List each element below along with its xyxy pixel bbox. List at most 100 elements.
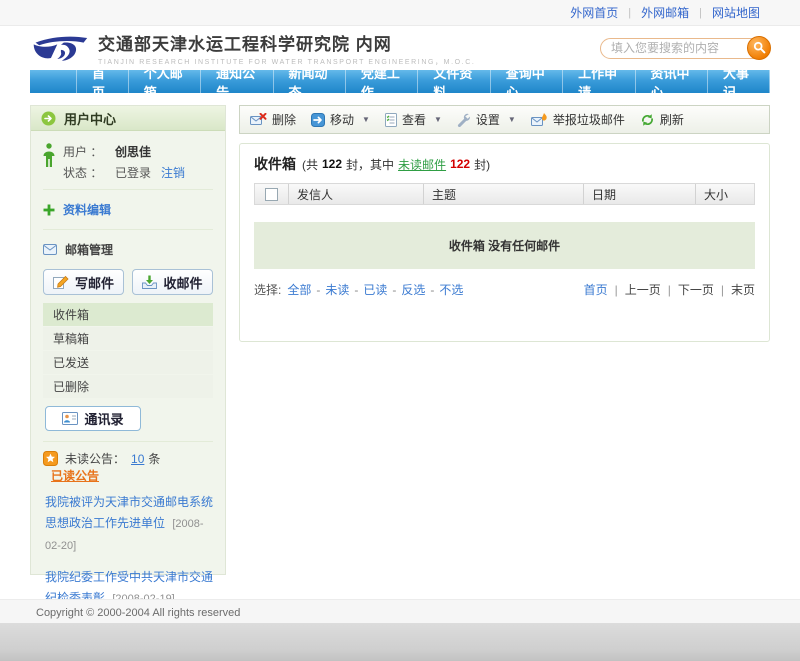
copyright-text: Copyright © 2000-2004 All rights reserve… (36, 607, 240, 619)
column-subject: 主题 (424, 184, 584, 204)
unread-count: 122 (450, 157, 470, 171)
divider (43, 229, 213, 230)
logout-link[interactable]: 注销 (161, 164, 185, 181)
table-header: 发信人 主题 日期 大小 (254, 183, 755, 205)
top-separator: | (628, 7, 631, 19)
mail-toolbar: 删除 移动 ▼ (239, 105, 770, 134)
nav-milestones[interactable]: 大事记 (708, 70, 770, 93)
extranet-home-link[interactable]: 外网首页 (570, 4, 618, 21)
refresh-label: 刷新 (660, 111, 684, 128)
view-button[interactable]: 查看 ▼ (385, 111, 442, 128)
count-suffix: 封) (474, 156, 490, 173)
user-name: 创思佳 (115, 143, 151, 160)
folder-inbox[interactable]: 收件箱 (43, 303, 213, 326)
select-read-link[interactable]: 已读 (363, 281, 387, 298)
page-last-link[interactable]: 末页 (731, 281, 755, 298)
empty-state: 收件箱 没有任何邮件 (254, 222, 755, 269)
divider (43, 441, 213, 442)
mailbox-panel: 收件箱 (共 122 封，其中 未读邮件 122 封) 发信人 主题 (239, 143, 770, 342)
select-unread-link[interactable]: 未读 (325, 281, 349, 298)
user-line: 用户 ： 创思佳 (63, 143, 213, 160)
nav-query-center[interactable]: 查询中心 (491, 70, 563, 93)
folder-list: 收件箱 草稿箱 已发送 已删除 (43, 303, 213, 398)
plus-icon (43, 204, 55, 216)
refresh-icon (640, 113, 655, 127)
report-spam-button[interactable]: 举报垃圾邮件 (531, 111, 625, 128)
chevron-down-icon[interactable]: ▼ (508, 115, 516, 124)
nav-party-work[interactable]: 党建工作 (346, 70, 418, 93)
unread-count-link[interactable]: 10 (131, 452, 144, 466)
extranet-mail-link[interactable]: 外网邮箱 (641, 4, 689, 21)
select-all-link[interactable]: 全部 (287, 281, 311, 298)
profile-edit-row[interactable]: 资料编辑 (43, 198, 213, 221)
user-center-header: 用户中心 (31, 106, 225, 131)
report-spam-icon (531, 113, 548, 127)
site-title: 交通部天津水运工程科学研究院 内网 (98, 30, 600, 55)
search-button[interactable] (747, 36, 771, 60)
divider (43, 189, 213, 190)
nav-home[interactable]: 首页 (76, 70, 129, 93)
settings-button[interactable]: 设置 ▼ (457, 111, 516, 128)
dash-separator: - (430, 283, 434, 297)
wrench-icon (457, 113, 471, 127)
select-all-checkbox[interactable] (265, 188, 278, 201)
nav-news[interactable]: 新闻动态 (274, 70, 346, 93)
nav-announcements[interactable]: 通知公告 (201, 70, 273, 93)
page-prev-link[interactable]: 上一页 (625, 281, 661, 298)
mail-manage-label: 邮箱管理 (65, 241, 113, 258)
sitemap-link[interactable]: 网站地图 (712, 4, 760, 21)
refresh-button[interactable]: 刷新 (640, 111, 684, 128)
pagination: 首页 | 上一页 | 下一页 | 末页 (584, 281, 755, 298)
folder-trash[interactable]: 已删除 (43, 375, 213, 398)
settings-label: 设置 (476, 111, 500, 128)
delete-button[interactable]: 删除 (250, 111, 296, 128)
total-count: 122 (322, 157, 342, 171)
contacts-button[interactable]: 通讯录 (45, 406, 141, 431)
dash-separator: - (392, 283, 396, 297)
chevron-down-icon[interactable]: ▼ (434, 115, 442, 124)
dash-separator: - (316, 283, 320, 297)
nav-personal-mail[interactable]: 个人邮箱 (129, 70, 201, 93)
main-nav: 首页 个人邮箱 通知公告 新闻动态 党建工作 文件资料 查询中心 工作申请 资讯… (0, 70, 800, 93)
select-label: 选择: (254, 281, 281, 298)
status-value: 已登录 (115, 164, 151, 181)
unread-mail-link[interactable]: 未读邮件 (398, 156, 446, 173)
profile-edit-link[interactable]: 资料编辑 (63, 201, 111, 218)
institute-logo-icon (30, 31, 90, 65)
mailbox-title: 收件箱 (254, 154, 296, 174)
column-sender: 发信人 (289, 184, 424, 204)
status-label: 状态 ： (63, 164, 115, 181)
mailbox-title-row: 收件箱 (共 122 封，其中 未读邮件 122 封) (254, 154, 755, 174)
move-arrow-icon (311, 113, 325, 127)
contacts-icon (62, 412, 78, 425)
mail-manage-row: 邮箱管理 (43, 238, 213, 261)
nav-documents[interactable]: 文件资料 (418, 70, 490, 93)
move-label: 移动 (330, 111, 354, 128)
select-invert-link[interactable]: 反选 (401, 281, 425, 298)
unread-unit: 条 (148, 450, 160, 467)
move-button[interactable]: 移动 ▼ (311, 111, 370, 128)
folder-sent[interactable]: 已发送 (43, 351, 213, 374)
nav-info-center[interactable]: 资讯中心 (636, 70, 708, 93)
person-icon (43, 143, 55, 168)
status-line: 状态 ： 已登录 注销 (63, 164, 213, 181)
receive-mail-button[interactable]: 收邮件 (132, 269, 213, 295)
delete-label: 删除 (272, 111, 296, 128)
select-all-cell (255, 184, 289, 204)
page-separator: | (668, 283, 671, 297)
search-input[interactable] (600, 38, 768, 59)
view-label: 查看 (402, 111, 426, 128)
chevron-down-icon[interactable]: ▼ (362, 115, 370, 124)
user-center-title: 用户中心 (64, 109, 116, 128)
folder-drafts[interactable]: 草稿箱 (43, 327, 213, 350)
page-next-link[interactable]: 下一页 (678, 281, 714, 298)
contacts-label: 通讯录 (84, 409, 123, 428)
select-none-link[interactable]: 不选 (439, 281, 463, 298)
page-first-link[interactable]: 首页 (584, 281, 608, 298)
sidebar: 用户中心 用户 ： 创思佳 状态 ： 已登录 (30, 105, 226, 575)
read-announcements-link[interactable]: 已读公告 (51, 467, 99, 484)
footer: Copyright © 2000-2004 All rights reserve… (0, 599, 800, 623)
user-label: 用户 ： (63, 143, 115, 160)
nav-work-request[interactable]: 工作申请 (563, 70, 635, 93)
compose-mail-button[interactable]: 写邮件 (43, 269, 124, 295)
